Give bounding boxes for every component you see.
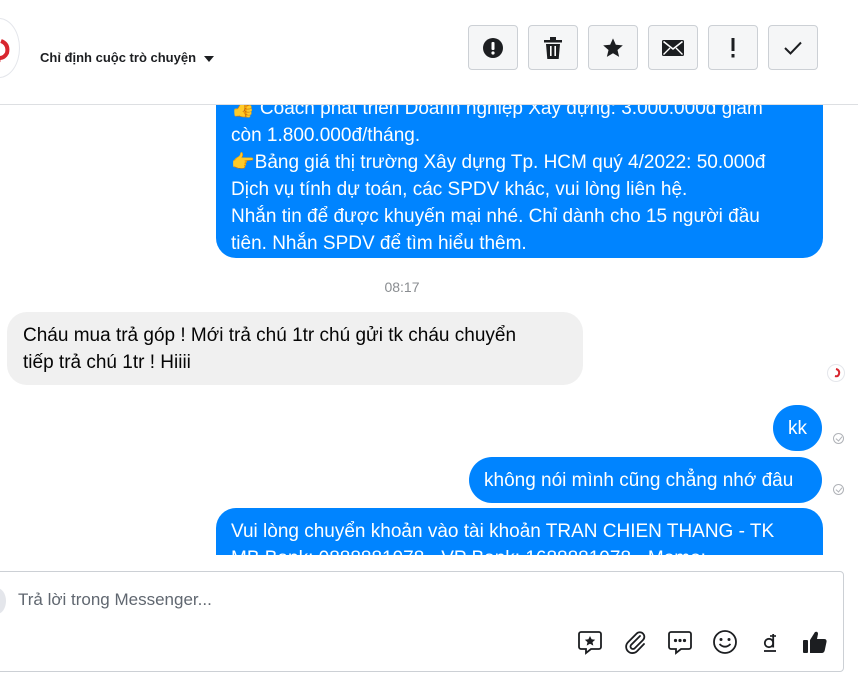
message-text: kk xyxy=(788,418,807,439)
assign-conversation-dropdown[interactable]: Chỉ định cuộc trò chuyện xyxy=(40,50,215,65)
bank-line: Vui lòng chuyển khoản vào tài khoản TRAN… xyxy=(231,521,775,542)
follow-up-button[interactable] xyxy=(708,25,758,70)
emoji-button[interactable] xyxy=(711,629,739,660)
seen-avatar xyxy=(827,364,845,382)
promo-line: Nhắn tin để được khuyến mại nhé. Chỉ dàn… xyxy=(231,206,760,227)
outgoing-message-khong: không nói mình cũng chẳng nhớ đâu xyxy=(469,457,822,503)
incoming-message: Cháu mua trả góp ! Mới trả chú 1tr chú g… xyxy=(7,312,583,385)
promo-line: tiên. Nhắn SPDV để tìm hiểu thêm. xyxy=(231,233,527,254)
delivered-check-icon xyxy=(833,433,844,444)
mark-unread-button[interactable] xyxy=(648,25,698,70)
delivered-check-icon xyxy=(833,484,844,495)
message-thread[interactable]: 👍 Coach phát triển Doanh nghiệp Xây dựng… xyxy=(0,105,858,555)
outgoing-message-kk: kk xyxy=(773,405,822,451)
emoji-icon xyxy=(712,629,738,660)
saved-reply-icon xyxy=(667,629,693,660)
sticker-button[interactable] xyxy=(576,630,604,658)
message-text: không nói mình cũng chẳng nhớ đâu xyxy=(484,470,794,491)
check-icon xyxy=(784,41,802,55)
like-button[interactable] xyxy=(801,630,829,658)
dong-currency-icon xyxy=(761,629,779,660)
star-icon xyxy=(602,37,624,59)
incoming-line: Cháu mua trả góp ! Mới trả chú 1tr chú g… xyxy=(23,325,517,346)
saved-reply-button[interactable] xyxy=(666,630,694,658)
page-avatar[interactable] xyxy=(0,18,20,78)
outgoing-message-promo: 👍 Coach phát triển Doanh nghiệp Xây dựng… xyxy=(216,105,823,258)
paperclip-icon xyxy=(623,630,647,659)
exclamation-icon xyxy=(730,37,736,58)
alert-circle-icon xyxy=(482,37,504,59)
message-timestamp: 08:17 xyxy=(384,279,420,295)
promo-line: 👉Bảng giá thị trường Xây dựng Tp. HCM qu… xyxy=(231,152,766,173)
outgoing-message-bank: Vui lòng chuyển khoản vào tài khoản TRAN… xyxy=(216,508,823,555)
payment-button[interactable] xyxy=(756,630,784,658)
sticker-icon xyxy=(577,629,603,660)
promo-line: còn 1.800.000đ/tháng. xyxy=(231,125,421,146)
sender-avatar xyxy=(0,588,6,614)
chevron-down-icon xyxy=(204,56,215,62)
delete-button[interactable] xyxy=(528,25,578,70)
mark-done-button[interactable] xyxy=(768,25,818,70)
reply-input[interactable] xyxy=(18,590,618,610)
promo-line: Dịch vụ tính dự toán, các SPDV khác, vui… xyxy=(231,179,688,200)
promo-partial-line: 👍 Coach phát triển Doanh nghiệp Xây dựng… xyxy=(231,105,763,119)
conversation-header: Chỉ định cuộc trò chuyện xyxy=(0,0,858,105)
trash-icon xyxy=(544,36,562,59)
reply-composer xyxy=(0,571,844,672)
thumbs-up-icon xyxy=(802,629,828,660)
attach-button[interactable] xyxy=(621,630,649,658)
envelope-icon xyxy=(662,39,684,56)
incoming-line: tiếp trả chú 1tr ! Hiiii xyxy=(23,352,191,373)
assign-label: Chỉ định cuộc trò chuyện xyxy=(40,50,197,65)
bank-line: MB Bank: 0888881978 - VP Bank: 168888197… xyxy=(231,545,809,555)
mark-spam-button[interactable] xyxy=(468,25,518,70)
star-button[interactable] xyxy=(588,25,638,70)
